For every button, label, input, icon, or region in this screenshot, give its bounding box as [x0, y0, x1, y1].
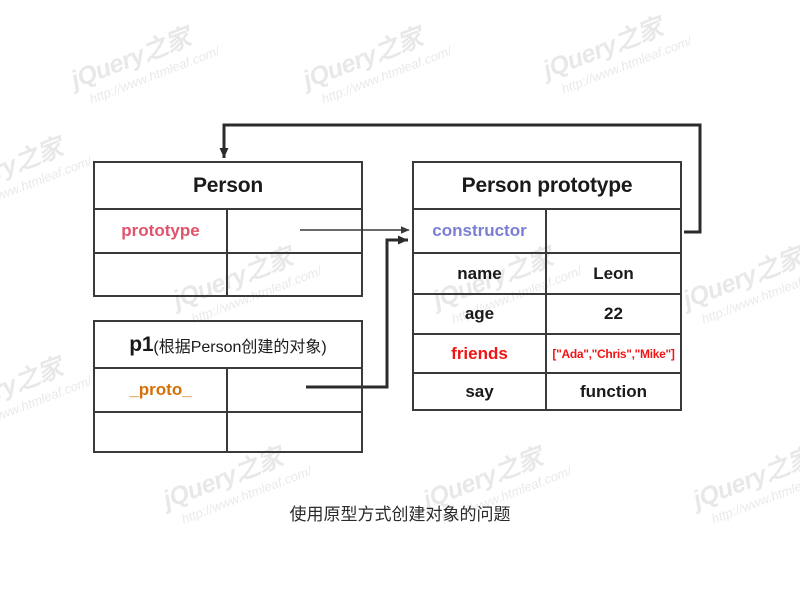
prototype-value-friends: ["Ada","Chris","Mike"]	[547, 335, 680, 372]
prototype-value-name-label: Leon	[593, 263, 634, 283]
watermark-brand: jQuery之家	[0, 353, 67, 425]
prototype-key-friends: friends	[414, 335, 547, 372]
watermark-brand: jQuery之家	[67, 23, 195, 95]
prototype-value-constructor	[547, 210, 680, 252]
prototype-key-name: name	[414, 254, 547, 293]
p1-box: p1 (根据Person创建的对象) _proto_	[93, 320, 363, 453]
p1-key-proto-label: _proto_	[129, 380, 192, 399]
prototype-key-constructor-label: constructor	[432, 221, 527, 240]
watermark-brand: jQuery之家	[299, 23, 427, 95]
watermark: jQuery之家 http://www.htmleaf.com/	[539, 7, 694, 99]
table-row	[95, 252, 361, 295]
watermark-url: http://www.htmleaf.com/	[319, 43, 454, 107]
table-row: age 22	[414, 293, 680, 333]
watermark: jQuery之家 http://www.htmleaf.com/	[679, 237, 800, 329]
table-row: name Leon	[414, 252, 680, 293]
watermark-brand: jQuery之家	[679, 243, 800, 315]
person-value-prototype	[228, 210, 361, 252]
prototype-key-friends-label: friends	[451, 343, 508, 363]
person-key-prototype-label: prototype	[121, 221, 200, 240]
person-prototype-box: Person prototype constructor name Leon a…	[412, 161, 682, 411]
p1-key-empty	[95, 413, 228, 451]
watermark: jQuery之家 http://www.htmleaf.com/	[299, 17, 454, 109]
prototype-value-say: function	[547, 374, 680, 409]
watermark-url: http://www.htmleaf.com/	[0, 153, 94, 217]
prototype-value-age: 22	[547, 295, 680, 333]
person-prototype-title-row: Person prototype	[414, 163, 680, 208]
watermark-brand: jQuery之家	[0, 133, 67, 205]
table-row	[95, 411, 361, 451]
prototype-key-age-label: age	[464, 304, 495, 323]
watermark-url: http://www.htmleaf.com/	[559, 33, 694, 97]
prototype-key-say: say	[414, 374, 547, 409]
watermark-url: http://www.htmleaf.com/	[87, 43, 222, 107]
p1-title-row: p1 (根据Person创建的对象)	[95, 322, 361, 367]
person-key-empty	[95, 254, 228, 295]
prototype-key-say-label: say	[465, 381, 494, 401]
table-row: constructor	[414, 208, 680, 252]
person-prototype-title: Person prototype	[461, 173, 633, 197]
p1-title-main: p1	[129, 332, 154, 356]
person-box: Person prototype	[93, 161, 363, 297]
prototype-value-friends-label: ["Ada","Chris","Mike"]	[552, 346, 675, 361]
prototype-value-age-label: 22	[604, 304, 623, 323]
person-key-prototype: prototype	[95, 210, 228, 252]
prototype-value-name: Leon	[547, 254, 680, 293]
watermark-url: http://www.htmleaf.com/	[699, 263, 800, 327]
table-row: _proto_	[95, 367, 361, 411]
diagram-caption: 使用原型方式创建对象的问题	[289, 505, 511, 524]
p1-value-empty	[228, 413, 361, 451]
table-row: prototype	[95, 208, 361, 252]
person-title-row: Person	[95, 163, 361, 208]
p1-value-proto	[228, 369, 361, 411]
prototype-key-constructor: constructor	[414, 210, 547, 252]
p1-key-proto: _proto_	[95, 369, 228, 411]
watermark-brand: jQuery之家	[539, 13, 667, 85]
watermark-url: http://www.htmleaf.com/	[0, 373, 94, 437]
person-value-empty	[228, 254, 361, 295]
prototype-key-name-label: name	[457, 263, 502, 283]
watermark: jQuery之家 http://www.htmleaf.com/	[0, 127, 94, 219]
diagram-canvas: jQuery之家 http://www.htmleaf.com/ jQuery之…	[0, 0, 800, 600]
watermark: jQuery之家 http://www.htmleaf.com/	[67, 17, 222, 109]
table-row: say function	[414, 372, 680, 409]
p1-title-suffix: (根据Person创建的对象)	[153, 338, 327, 356]
table-row: friends ["Ada","Chris","Mike"]	[414, 333, 680, 372]
prototype-value-say-label: function	[579, 381, 648, 401]
watermark: jQuery之家 http://www.htmleaf.com/	[0, 347, 94, 439]
person-title: Person	[193, 173, 263, 197]
prototype-key-age: age	[414, 295, 547, 333]
p1-title: p1 (根据Person创建的对象)	[95, 322, 361, 367]
